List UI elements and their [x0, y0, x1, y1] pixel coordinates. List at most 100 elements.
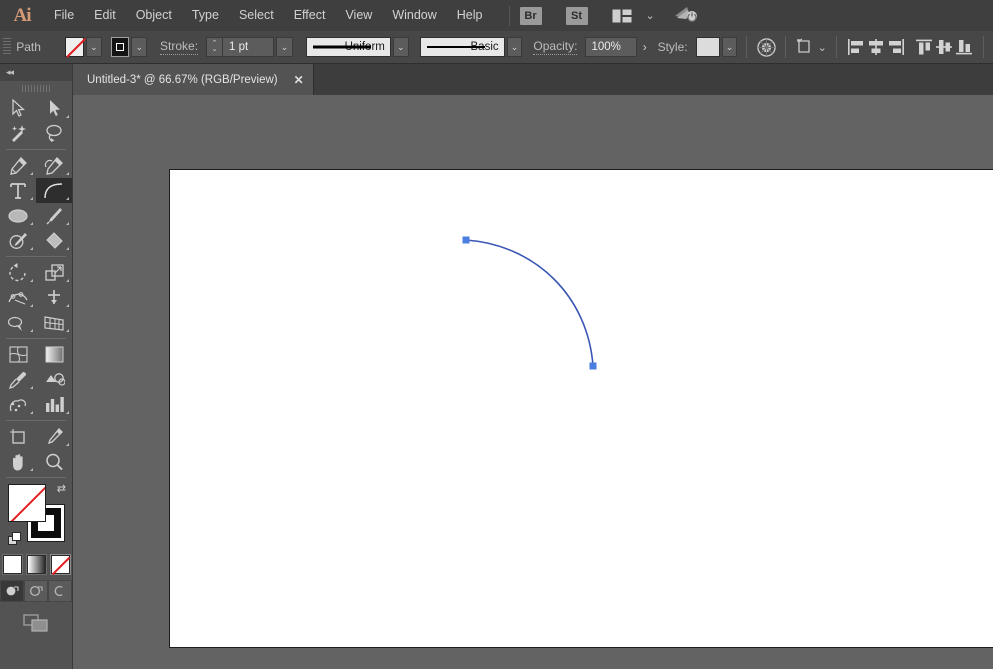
- default-fill-stroke-icon[interactable]: [8, 532, 23, 547]
- tool-type-tool[interactable]: [0, 178, 36, 203]
- tool-scale-tool[interactable]: [36, 260, 72, 285]
- tools-divider-2: [6, 256, 66, 257]
- draw-inside-button[interactable]: [48, 580, 72, 602]
- tool-eraser-tool[interactable]: [36, 228, 72, 253]
- align-top-icon[interactable]: [914, 36, 934, 58]
- stroke-swatch[interactable]: [110, 37, 130, 57]
- tool-width-tool[interactable]: [0, 285, 36, 310]
- document-tab-bar: Untitled-3* @ 66.67% (RGB/Preview) ✕: [73, 64, 993, 96]
- control-bar-divider-4: [983, 36, 985, 58]
- tool-group-transform: [0, 260, 72, 335]
- stroke-chevron-down-icon[interactable]: ⌄: [131, 37, 148, 57]
- menu-item-window[interactable]: Window: [382, 0, 446, 31]
- tool-pen-tool[interactable]: [0, 153, 36, 178]
- arrange-documents-icon[interactable]: [612, 9, 632, 23]
- tool-blend-tool[interactable]: [36, 367, 72, 392]
- brush-definition-select[interactable]: Basic: [419, 37, 505, 57]
- bridge-button[interactable]: Br: [519, 6, 542, 25]
- change-screen-mode-icon[interactable]: [23, 614, 49, 635]
- document-tab-title: Untitled-3* @ 66.67% (RGB/Preview): [87, 73, 278, 86]
- app-logo: Ai: [13, 4, 32, 26]
- swap-fill-stroke-icon[interactable]: ⇄: [57, 482, 66, 495]
- width-profile-select[interactable]: Uniform: [305, 37, 391, 57]
- menu-item-help[interactable]: Help: [447, 0, 493, 31]
- stroke-weight-input[interactable]: 1 pt: [222, 37, 275, 57]
- fill-chevron-down-icon[interactable]: ⌄: [85, 37, 102, 57]
- fill-swatch[interactable]: [65, 37, 84, 57]
- tools-panel-collapse-button[interactable]: ◂◂: [0, 64, 72, 81]
- width-profile-preview: [312, 45, 371, 49]
- transform-icon[interactable]: [795, 36, 815, 58]
- close-icon[interactable]: ✕: [294, 74, 304, 86]
- tool-rotate-tool[interactable]: [0, 260, 36, 285]
- tool-artboard-tool[interactable]: [0, 424, 36, 449]
- canvas-area[interactable]: [73, 95, 993, 669]
- tool-eyedropper-tool[interactable]: [0, 367, 36, 392]
- draw-behind-button[interactable]: [24, 580, 48, 602]
- tool-shaper-tool[interactable]: [0, 228, 36, 253]
- graphic-style-swatch[interactable]: [695, 37, 720, 57]
- tool-selection-tool[interactable]: [0, 96, 36, 121]
- menu-item-file[interactable]: File: [44, 0, 84, 31]
- opacity-options-icon[interactable]: ›: [637, 40, 652, 54]
- style-chevron-down-icon[interactable]: ⌄: [721, 37, 738, 57]
- tool-ellipse-tool[interactable]: [0, 203, 36, 228]
- stock-button[interactable]: St: [565, 6, 588, 25]
- arrange-chevron-down-icon[interactable]: ⌄: [646, 9, 655, 22]
- tool-mesh-tool[interactable]: [0, 342, 36, 367]
- tool-hand-tool[interactable]: [0, 449, 36, 474]
- artboard[interactable]: [169, 169, 993, 648]
- tool-curvature-tool[interactable]: [36, 178, 72, 203]
- control-bar-divider-3: [835, 36, 837, 58]
- align-right-icon[interactable]: [886, 36, 906, 58]
- menu-item-edit[interactable]: Edit: [84, 0, 126, 31]
- tool-magic-wand-tool[interactable]: [0, 121, 36, 146]
- menu-item-select[interactable]: Select: [229, 0, 284, 31]
- tool-paintbrush-tool[interactable]: [36, 203, 72, 228]
- fill-stroke-proxy: ⇄: [0, 482, 72, 550]
- tool-add-anchor-point-tool[interactable]: [36, 153, 72, 178]
- color-mode-color-button[interactable]: [1, 554, 23, 575]
- workspace-switcher-icon[interactable]: [673, 5, 699, 26]
- tool-slice-tool[interactable]: [36, 424, 72, 449]
- illustrator-window: Ai File Edit Object Type Select Effect V…: [0, 0, 993, 669]
- draw-normal-button[interactable]: [0, 580, 24, 602]
- tool-group-color: [0, 342, 72, 417]
- tool-direct-selection-tool[interactable]: [36, 96, 72, 121]
- brush-definition-chevron-down-icon[interactable]: ⌄: [506, 37, 523, 57]
- align-bottom-icon[interactable]: [954, 36, 974, 58]
- align-horizontal-center-icon[interactable]: [866, 36, 886, 58]
- menu-item-effect[interactable]: Effect: [284, 0, 336, 31]
- tools-panel-grip[interactable]: [0, 81, 72, 96]
- tool-perspective-grid-tool[interactable]: [36, 310, 72, 335]
- tool-shape-builder-tool[interactable]: [0, 310, 36, 335]
- align-vertical-center-icon[interactable]: [934, 36, 954, 58]
- tool-free-transform-tool[interactable]: [36, 285, 72, 310]
- tools-panel: ◂◂ ⇄: [0, 64, 73, 669]
- stroke-weight-stepper[interactable]: ⌃ ⌄: [206, 37, 223, 57]
- document-tab[interactable]: Untitled-3* @ 66.67% (RGB/Preview) ✕: [73, 64, 314, 95]
- tool-lasso-tool[interactable]: [36, 121, 72, 146]
- tool-zoom-tool[interactable]: [36, 449, 72, 474]
- stroke-weight-label[interactable]: Stroke:: [160, 39, 199, 55]
- fill-color-proxy[interactable]: [8, 484, 46, 522]
- menu-item-type[interactable]: Type: [182, 0, 229, 31]
- recolor-artwork-icon[interactable]: [756, 36, 776, 58]
- color-mode-gradient-button[interactable]: [25, 554, 47, 575]
- opacity-label[interactable]: Opacity:: [533, 39, 578, 55]
- tools-divider-4: [6, 420, 66, 421]
- width-profile-chevron-down-icon[interactable]: ⌄: [392, 37, 409, 57]
- tool-symbol-sprayer-tool[interactable]: [0, 392, 36, 417]
- color-mode-none-button[interactable]: [49, 554, 71, 575]
- tool-column-graph-tool[interactable]: [36, 392, 72, 417]
- menu-item-object[interactable]: Object: [126, 0, 182, 31]
- tool-gradient-tool[interactable]: [36, 342, 72, 367]
- tools-divider-1: [6, 149, 66, 150]
- stroke-weight-chevron-down-icon[interactable]: ⌄: [276, 37, 294, 57]
- transform-chevron-down-icon[interactable]: ⌄: [818, 41, 827, 54]
- opacity-input[interactable]: 100%: [585, 37, 638, 57]
- stepper-down-icon[interactable]: ⌄: [212, 46, 218, 53]
- menu-item-view[interactable]: View: [335, 0, 382, 31]
- align-left-icon[interactable]: [846, 36, 866, 58]
- control-bar-grip[interactable]: [3, 38, 12, 56]
